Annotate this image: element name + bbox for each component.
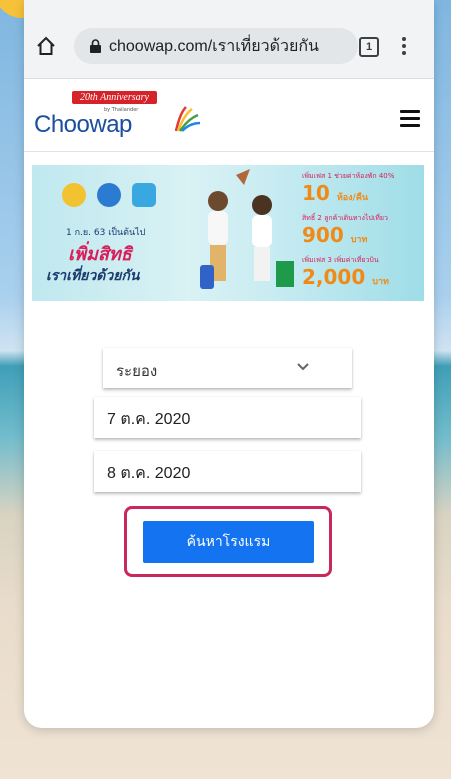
banner-left-panel: 1 ก.ย. 63 เป็นต้นไป เพิ่มสิทธิ เราเที่ยว… [38, 173, 178, 293]
home-icon[interactable] [36, 36, 56, 56]
offer-value: 900 [302, 223, 344, 247]
url-text[interactable]: choowap.com/เราเที่ยวด้วยกัน [109, 34, 354, 59]
checkout-value: 8 ต.ค. 2020 [107, 465, 191, 482]
offer-3: เพิ่มเฟส 3 เพิ่มค่าเที่ยวบิน 2,000 บาท [302, 255, 422, 293]
logo-fan-icon [174, 106, 201, 132]
search-hotel-button[interactable]: ค้นหาโรงแรม [143, 521, 314, 563]
lock-icon [90, 39, 101, 53]
cup-icon [62, 183, 86, 207]
banner-app-icons [62, 183, 162, 211]
offer-1: เพิ่มเฟส 1 ช่วยค่าห้องพัก 40% 10 ห้อง/คื… [302, 171, 422, 209]
offer-unit: บาท [372, 277, 389, 287]
checkout-date-field[interactable]: 8 ต.ค. 2020 [94, 451, 361, 492]
hamburger-menu-icon[interactable] [400, 110, 420, 127]
province-select[interactable]: ระยอง [103, 348, 352, 388]
offer-unit: บาท [350, 235, 368, 245]
phone-frame: choowap.com/เราเที่ยวด้วยกัน 1 20th Anni… [24, 0, 434, 728]
banner-subheadline: เราเที่ยวด้วยกัน [46, 268, 140, 284]
offer-2: สิทธิ์ 2 ลูกค้าเดินทางไปเที่ยว 900 บาท [302, 213, 422, 251]
anniversary-ribbon: 20th Anniversary [72, 91, 157, 104]
logo-text: Choowap [34, 111, 132, 138]
choowap-logo[interactable]: 20th Anniversary by Thailander Choowap [34, 91, 204, 141]
site-header: 20th Anniversary by Thailander Choowap [24, 79, 434, 152]
offer-value: 2,000 [302, 265, 366, 289]
promo-banner[interactable]: 1 ก.ย. 63 เป็นต้นไป เพิ่มสิทธิ เราเที่ยว… [32, 165, 424, 301]
checkin-value: 7 ต.ค. 2020 [107, 411, 191, 428]
banner-offers: เพิ่มเฟส 1 ช่วยค่าห้องพัก 40% 10 ห้อง/คื… [302, 171, 422, 297]
app-icon [97, 183, 122, 207]
offer-unit: ห้อง/คืน [336, 193, 369, 203]
tab-switcher-button[interactable]: 1 [359, 37, 379, 57]
province-value: ระยอง [116, 363, 158, 380]
banner-headline: เพิ่มสิทธิ [68, 244, 132, 265]
wallet-icon [132, 183, 157, 207]
address-bar[interactable]: choowap.com/เราเที่ยวด้วยกัน [74, 28, 358, 64]
more-menu-icon[interactable] [402, 37, 406, 57]
offer-value: 10 [302, 181, 330, 205]
browser-toolbar: choowap.com/เราเที่ยวด้วยกัน 1 [24, 0, 434, 79]
checkin-date-field[interactable]: 7 ต.ค. 2020 [94, 397, 361, 438]
chevron-down-icon [297, 363, 309, 371]
banner-date: 1 ก.ย. 63 เป็นต้นไป [66, 228, 146, 238]
travelers-illustration [200, 169, 294, 289]
